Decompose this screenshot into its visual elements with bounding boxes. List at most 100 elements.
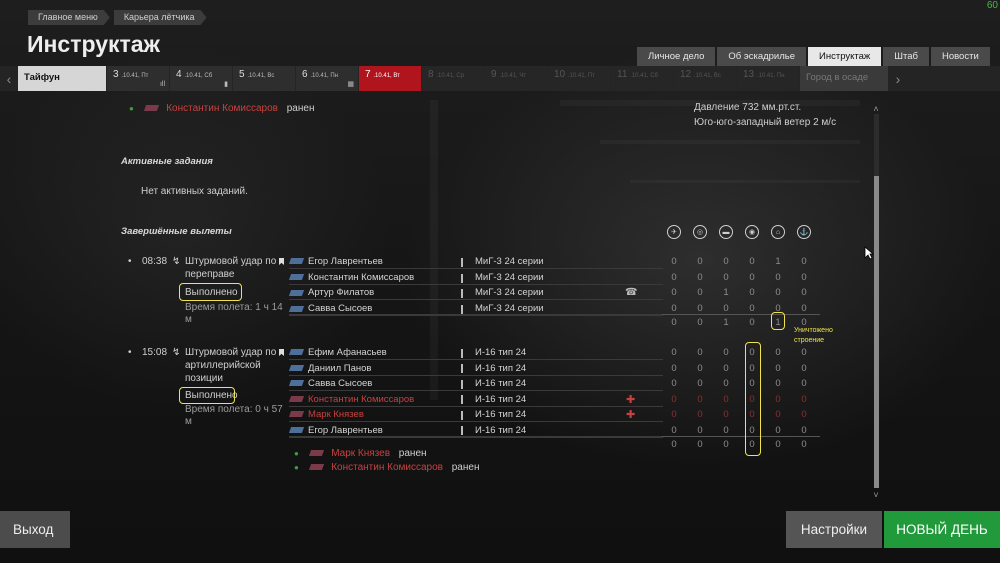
- aircraft-icon: [461, 288, 463, 299]
- scroll-up-icon[interactable]: ˄: [871, 104, 881, 114]
- sortie-totals: 000000: [667, 439, 811, 450]
- pilot-name: Савва Сысоев: [308, 303, 373, 315]
- total-value: 0: [697, 439, 703, 450]
- building-kill-highlight: [771, 312, 785, 330]
- aircraft-name: И-16 тип 24: [475, 362, 527, 374]
- breadcrumb-main-menu[interactable]: Главное меню: [28, 10, 110, 25]
- stat-value: 0: [723, 409, 729, 420]
- mission-status: Выполнено: [185, 390, 238, 401]
- tab-hq[interactable]: Штаб: [883, 47, 929, 67]
- mission-type-icon: ↯: [172, 347, 181, 358]
- pilot-name: Константин Комиссаров: [308, 271, 415, 283]
- settings-button[interactable]: Настройки: [786, 511, 882, 548]
- bookmark-icon[interactable]: [279, 348, 284, 359]
- new-day-button[interactable]: НОВЫЙ ДЕНЬ: [884, 511, 1000, 548]
- exit-button[interactable]: Выход: [0, 511, 70, 548]
- stat-value: 0: [801, 362, 807, 374]
- stat-value: 0: [697, 287, 703, 299]
- country-flag-icon: [288, 289, 305, 296]
- pilot-name: Даниил Панов: [308, 362, 372, 374]
- stat-value: 0: [775, 362, 781, 374]
- scroll-thumb[interactable]: [874, 176, 879, 488]
- row-divider: [289, 359, 663, 360]
- timeline-day[interactable]: 6 .10.41, Пн ▦: [296, 66, 358, 91]
- day-number: 12: [680, 69, 692, 80]
- calendar-icon: ▦: [347, 81, 354, 88]
- pilot-name-cell[interactable]: Константин Комиссаров: [288, 394, 414, 405]
- timeline-operation-typhoon[interactable]: Тайфун: [18, 66, 106, 91]
- stat-value: 0: [697, 424, 703, 436]
- timeline-day[interactable]: 4 .10.41, Сб ▮: [170, 66, 232, 91]
- status-dot: ●: [129, 104, 134, 113]
- country-flag-icon: [288, 258, 305, 265]
- tab-squadron[interactable]: Об эскадрилье: [717, 47, 807, 67]
- stat-value: 0: [697, 362, 703, 374]
- wounded-pilot-name[interactable]: Константин Комиссаров: [331, 462, 443, 473]
- top-tabs: Личное дело Об эскадрилье Инструктаж Шта…: [637, 47, 990, 67]
- pilot-stats: 000000: [667, 272, 811, 283]
- row-divider: [289, 315, 663, 317]
- pilot-name: Егор Лаврентьев: [308, 256, 383, 267]
- timeline-left-arrow-icon[interactable]: ‹: [0, 66, 18, 91]
- country-flag-icon: [288, 426, 305, 433]
- pilot-name-cell[interactable]: Савва Сысоев: [288, 378, 372, 389]
- ship-icon: ⚓: [797, 225, 811, 239]
- tab-news[interactable]: Новости: [930, 47, 990, 67]
- breadcrumb-pilot-career[interactable]: Карьера лётчика: [114, 10, 207, 25]
- country-flag-icon: [288, 305, 305, 312]
- country-flag-icon: [288, 274, 305, 281]
- pilot-stats: 000000: [667, 409, 811, 420]
- timeline-right-arrow-icon[interactable]: ›: [889, 66, 907, 91]
- pilot-name-cell[interactable]: Егор Лаврентьев: [288, 256, 383, 267]
- day-number: 11: [617, 69, 628, 80]
- timeline-day[interactable]: 3 .10.41, Пт ıll: [107, 66, 169, 91]
- top-wounded-row: ● Константин Комиссаров ранен: [129, 103, 314, 114]
- day-date: .10.41, Сб: [184, 73, 213, 79]
- day-date: .10.41, Пн: [756, 73, 785, 79]
- stat-value: 0: [775, 287, 781, 299]
- content-scrollbar[interactable]: ˄ ˅: [871, 104, 881, 500]
- day-number: 8: [428, 69, 434, 80]
- pilot-name-cell[interactable]: Даниил Панов: [288, 362, 372, 374]
- timeline-operation-city-siege[interactable]: Город в осаде: [800, 66, 888, 91]
- wounded-status: ранен: [451, 462, 480, 473]
- flight-time: Время полета: 0 ч 57: [185, 404, 283, 415]
- stat-value: 0: [801, 424, 807, 436]
- wounded-pilot-name[interactable]: Марк Князев: [331, 448, 390, 459]
- row-divider: [289, 390, 663, 391]
- stat-value: 0: [775, 393, 781, 405]
- pilot-name-cell[interactable]: Константин Комиссаров: [288, 271, 415, 283]
- stat-value: 0: [671, 271, 677, 283]
- stat-value: 0: [697, 347, 703, 358]
- pilot-name-cell[interactable]: Ефим Афанасьев: [288, 347, 387, 358]
- row-divider: [289, 374, 663, 376]
- scroll-down-icon[interactable]: ˅: [871, 490, 881, 500]
- stat-value: 0: [671, 347, 677, 358]
- active-tasks-header: Активные задания: [121, 156, 213, 167]
- pilot-name-cell[interactable]: Егор Лаврентьев: [288, 425, 383, 436]
- tab-personal-file[interactable]: Личное дело: [637, 47, 716, 67]
- tab-briefing[interactable]: Инструктаж: [808, 47, 882, 67]
- day-number: 10: [554, 69, 566, 80]
- bookmark-icon[interactable]: [279, 257, 284, 268]
- stat-value: 0: [723, 393, 729, 405]
- pilot-name-cell[interactable]: Артур Филатов: [288, 287, 374, 298]
- wounded-pilot-name[interactable]: Константин Комиссаров: [166, 103, 278, 114]
- vehicle-icon: ▬: [719, 225, 733, 239]
- mission-name-cont: переправе: [185, 269, 235, 280]
- timeline-day[interactable]: 5 .10.41, Вс: [233, 66, 295, 91]
- pilot-name-cell[interactable]: Савва Сысоев: [288, 303, 373, 315]
- stat-value: 0: [697, 393, 703, 405]
- day-date: .10.41, Пт: [567, 73, 595, 79]
- chart-icon: ıll: [159, 81, 165, 88]
- sortie-totals: 001010: [667, 317, 811, 328]
- timeline-day-future: 10 .10.41, Пт: [548, 66, 610, 91]
- stat-value: 0: [723, 347, 729, 358]
- row-divider: [289, 268, 663, 269]
- pilot-name-cell[interactable]: Марк Князев: [288, 409, 364, 420]
- stat-value: 0: [671, 362, 677, 374]
- day-date: .10.41, Ср: [436, 73, 465, 79]
- pilot-stats: 0 0 1 0 0 0: [667, 287, 811, 298]
- timeline-day-current[interactable]: 7 .10.41, Вт: [359, 66, 421, 91]
- stat-value: 0: [801, 347, 807, 358]
